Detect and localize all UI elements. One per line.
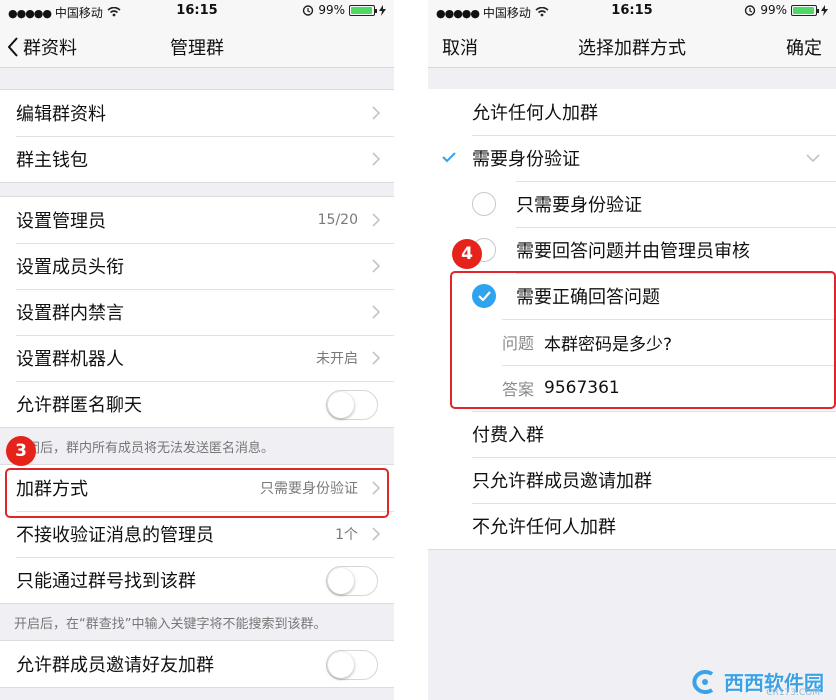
step-badge-3: 3 xyxy=(6,436,36,466)
right-screen: ●●●●● 中国移动 16:15 99% 取消 选择加群方式 确定 允许任何人加… xyxy=(428,0,836,700)
radio-unchecked[interactable] xyxy=(472,192,496,216)
option-label: 不允许任何人加群 xyxy=(472,517,616,538)
row-label: 设置群内禁言 xyxy=(16,303,124,324)
row-edit-group-info[interactable]: 编辑群资料 xyxy=(0,90,394,136)
row-label: 设置管理员 xyxy=(16,211,106,232)
group-invite: 允许群成员邀请好友加群 xyxy=(0,640,394,688)
nav-bar: 取消 选择加群方式 确定 xyxy=(428,22,836,68)
status-right: 99% xyxy=(744,3,828,17)
option-verify-only[interactable]: 只需要身份验证 xyxy=(428,181,836,227)
row-member-title[interactable]: 设置成员头衔 xyxy=(0,243,394,289)
chevron-right-icon xyxy=(372,106,380,120)
row-label: 允许群成员邀请好友加群 xyxy=(16,655,214,676)
row-label: 只能通过群号找到该群 xyxy=(16,571,196,592)
watermark-logo: 西西软件园 CR173.COM xyxy=(690,667,824,698)
charging-icon xyxy=(379,4,386,16)
chevron-right-icon xyxy=(372,213,380,227)
option-label: 允许任何人加群 xyxy=(472,103,598,124)
row-owner-wallet[interactable]: 群主钱包 xyxy=(0,136,394,182)
chevron-right-icon xyxy=(372,259,380,273)
anonymous-note: 关闭后，群内所有成员将无法发送匿名消息。 xyxy=(14,441,275,456)
row-mute[interactable]: 设置群内禁言 xyxy=(0,289,394,335)
option-paid[interactable]: 付费入群 xyxy=(428,411,836,457)
watermark-sub: CR173.COM xyxy=(766,688,820,698)
row-invite-friends: 允许群成员邀请好友加群 xyxy=(0,641,394,687)
admin-count: 15/20 xyxy=(317,212,358,228)
logo-icon xyxy=(692,669,714,694)
robot-status: 未开启 xyxy=(316,351,358,367)
option-invite-only[interactable]: 只允许群成员邀请加群 xyxy=(428,457,836,503)
chevron-right-icon xyxy=(372,351,380,365)
chevron-right-icon xyxy=(372,152,380,166)
option-label: 只允许群成员邀请加群 xyxy=(472,471,652,492)
battery-percent: 99% xyxy=(760,3,787,17)
find-by-number-toggle[interactable] xyxy=(326,566,378,596)
charging-icon xyxy=(821,4,828,16)
option-anyone[interactable]: 允许任何人加群 xyxy=(428,89,836,135)
chevron-right-icon xyxy=(372,305,380,319)
search-note: 开启后，在“群查找”中输入关键字将不能搜索到该群。 xyxy=(14,617,327,632)
row-set-admin[interactable]: 设置管理员 15/20 xyxy=(0,197,394,243)
row-label: 设置成员头衔 xyxy=(16,257,124,278)
step-badge-4: 4 xyxy=(452,239,482,269)
anonymous-chat-toggle[interactable] xyxy=(326,390,378,420)
option-answer-admin[interactable]: 需要回答问题并由管理员审核 xyxy=(428,227,836,273)
page-title: 选择加群方式 xyxy=(578,38,686,59)
alarm-icon xyxy=(745,5,756,16)
row-label: 设置群机器人 xyxy=(16,349,124,370)
invite-friends-toggle[interactable] xyxy=(326,650,378,680)
group-manage: 设置管理员 15/20 设置成员头衔 设置群内禁言 设置群机器人 未开启 允许群… xyxy=(0,196,394,428)
no-verify-admin-count: 1个 xyxy=(335,527,358,543)
option-label: 只需要身份验证 xyxy=(516,195,642,216)
battery-icon xyxy=(791,4,819,16)
option-label: 需要身份验证 xyxy=(472,149,580,170)
row-find-by-number: 只能通过群号找到该群 xyxy=(0,557,394,603)
status-bar: ●●●●● 中国移动 16:15 99% xyxy=(428,0,836,22)
row-label: 不接收验证消息的管理员 xyxy=(16,525,214,546)
nav-bar: 群资料 管理群 xyxy=(0,22,394,68)
highlight-join-method xyxy=(5,468,389,518)
row-robot[interactable]: 设置群机器人 未开启 xyxy=(0,335,394,381)
status-right: 99% xyxy=(302,3,386,17)
alarm-icon xyxy=(303,5,314,16)
confirm-button[interactable]: 确定 xyxy=(786,34,822,60)
group-basic: 编辑群资料 群主钱包 xyxy=(0,89,394,183)
row-label: 允许群匿名聊天 xyxy=(16,395,142,416)
chevron-down-icon xyxy=(806,154,820,162)
checkmark-icon xyxy=(442,152,456,163)
option-label: 付费入群 xyxy=(472,425,544,446)
option-verify[interactable]: 需要身份验证 xyxy=(428,135,836,181)
battery-icon xyxy=(349,4,377,16)
chevron-right-icon xyxy=(372,527,380,541)
row-label: 群主钱包 xyxy=(16,150,88,171)
battery-percent: 99% xyxy=(318,3,345,17)
row-label: 编辑群资料 xyxy=(16,104,106,125)
row-anonymous-chat: 允许群匿名聊天 xyxy=(0,381,394,427)
option-label: 需要回答问题并由管理员审核 xyxy=(516,241,750,262)
option-nobody[interactable]: 不允许任何人加群 xyxy=(428,503,836,549)
left-screen: ●●●●● 中国移动 16:15 99% 群资料 管理群 编辑群资料 群主钱包 xyxy=(0,0,394,700)
highlight-answer-correct xyxy=(450,271,836,409)
status-bar: ●●●●● 中国移动 16:15 99% xyxy=(0,0,394,22)
page-title: 管理群 xyxy=(170,38,224,59)
